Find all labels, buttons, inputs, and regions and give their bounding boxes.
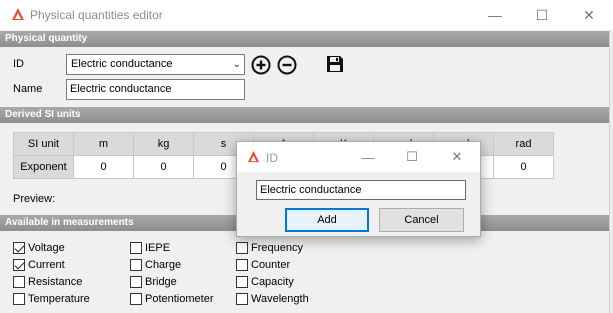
checkbox-label: Potentiometer <box>145 292 214 305</box>
section-header-derived-si-units: Derived SI units <box>0 107 613 123</box>
measurement-column: IEPE Charge Bridge Potentiometer <box>130 239 230 307</box>
id-select-value: Electric conductance <box>71 58 173 70</box>
checkbox-box[interactable] <box>236 241 248 254</box>
checkbox-counter[interactable]: Counter <box>236 256 336 273</box>
minimize-button[interactable]: — <box>472 0 518 30</box>
si-exponent-cell[interactable]: 0 <box>493 155 554 179</box>
checkbox-box[interactable] <box>130 258 142 271</box>
checkbox-box[interactable] <box>130 275 142 288</box>
checkbox-box[interactable] <box>13 292 25 305</box>
checkbox-label: Frequency <box>251 241 303 254</box>
checkbox-label: Bridge <box>145 275 177 288</box>
checkbox-label: Current <box>28 258 65 271</box>
dialog-title: ID <box>266 151 278 165</box>
si-col-header: kg <box>133 132 194 156</box>
checkbox-box[interactable] <box>13 241 25 254</box>
cancel-button[interactable]: Cancel <box>379 208 464 232</box>
checkbox-iepe[interactable]: IEPE <box>130 239 230 256</box>
checkbox-box[interactable] <box>130 292 142 305</box>
checkbox-potentiometer[interactable]: Potentiometer <box>130 290 230 307</box>
checkbox-box[interactable] <box>236 275 248 288</box>
checkbox-bridge[interactable]: Bridge <box>130 273 230 290</box>
id-label: ID <box>13 58 24 70</box>
checkbox-label: IEPE <box>145 241 171 254</box>
si-exponent-cell[interactable]: 0 <box>133 155 194 179</box>
si-exponent-cell[interactable]: 0 <box>73 155 134 179</box>
checkbox-capacity[interactable]: Capacity <box>236 273 336 290</box>
si-row-header: Exponent <box>13 155 74 179</box>
checkbox-frequency[interactable]: Frequency <box>236 239 336 256</box>
si-col-header: SI unit <box>13 132 74 156</box>
app-logo-icon <box>12 8 24 20</box>
si-col-header: m <box>73 132 134 156</box>
checkbox-box[interactable] <box>130 241 142 254</box>
checkbox-label: Wavelength <box>251 292 309 305</box>
checkbox-box[interactable] <box>13 258 25 271</box>
checkbox-box[interactable] <box>236 292 248 305</box>
window-scrollbar[interactable] <box>609 30 613 313</box>
checkbox-resistance[interactable]: Resistance <box>13 273 123 290</box>
dialog-id-input[interactable]: Electric conductance <box>256 180 466 200</box>
checkbox-label: Voltage <box>28 241 65 254</box>
checkbox-label: Capacity <box>251 275 294 288</box>
checkbox-label: Charge <box>145 258 182 271</box>
checkbox-current[interactable]: Current <box>13 256 123 273</box>
checkbox-charge[interactable]: Charge <box>130 256 230 273</box>
checkbox-label: Resistance <box>28 275 83 288</box>
id-select[interactable]: Electric conductance ⌄ <box>66 54 245 75</box>
maximize-button[interactable]: ☐ <box>519 0 565 30</box>
checkbox-temperature[interactable]: Temperature <box>13 290 123 307</box>
name-label: Name <box>13 83 43 95</box>
app-logo-icon <box>247 150 260 163</box>
dialog-minimize-button[interactable]: — <box>348 142 388 172</box>
checkbox-voltage[interactable]: Voltage <box>13 239 123 256</box>
dialog-close-button[interactable]: ✕ <box>437 142 477 172</box>
window-title: Physical quantities editor <box>30 8 163 22</box>
section-header-physical-quantity: Physical quantity <box>0 31 613 47</box>
measurement-column: Voltage Current Resistance Temperature <box>13 239 123 307</box>
close-button[interactable]: ✕ <box>566 0 612 30</box>
preview-label: Preview: <box>13 193 56 205</box>
minus-circle-icon[interactable] <box>277 55 297 75</box>
si-col-header: rad <box>493 132 554 156</box>
checkbox-box[interactable] <box>236 258 248 271</box>
id-dialog: ID — ☐ ✕ Electric conductance Add Cancel <box>236 141 481 237</box>
chevron-down-icon: ⌄ <box>232 59 241 70</box>
checkbox-box[interactable] <box>13 275 25 288</box>
add-button[interactable]: Add <box>285 208 369 232</box>
measurement-column: Frequency Counter Capacity Wavelength <box>236 239 336 307</box>
plus-circle-icon[interactable] <box>251 55 271 75</box>
checkbox-label: Counter <box>251 258 291 271</box>
name-field[interactable]: Electric conductance <box>66 79 245 100</box>
floppy-disk-icon[interactable] <box>325 54 345 74</box>
checkbox-label: Temperature <box>28 292 90 305</box>
checkbox-wavelength[interactable]: Wavelength <box>236 290 336 307</box>
dialog-maximize-button[interactable]: ☐ <box>392 142 432 172</box>
